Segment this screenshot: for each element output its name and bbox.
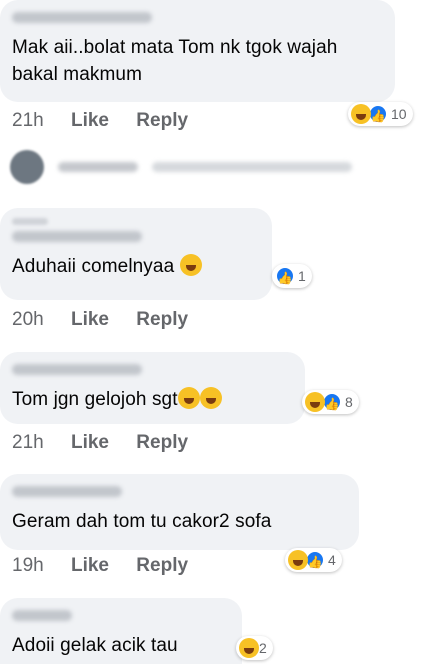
like-action[interactable]: Like <box>71 309 109 331</box>
haha-emoji-icon <box>351 104 371 124</box>
reaction-count: 2 <box>259 640 267 656</box>
like-action[interactable]: Like <box>71 432 109 454</box>
comment-bubble: Tom jgn gelojoh sgt <box>0 352 305 424</box>
comment-meta: 20h Like Reply <box>12 309 188 331</box>
haha-emoji-icon <box>199 387 222 409</box>
comment-meta: 21h Like Reply <box>12 110 188 132</box>
like-icon: 👍 <box>368 104 388 124</box>
haha-emoji-icon <box>179 254 202 276</box>
reply-action[interactable]: Reply <box>136 555 188 577</box>
comment-time[interactable]: 21h <box>12 432 44 454</box>
haha-emoji-icon <box>288 550 308 570</box>
comment-text: Aduhaii comelnyaa <box>12 253 260 280</box>
reaction-summary[interactable]: 2 <box>236 636 273 660</box>
reaction-count: 1 <box>298 268 306 284</box>
reply-action[interactable]: Reply <box>136 432 188 454</box>
comment-text: Adoii gelak acik tau <box>12 635 178 656</box>
reply-text-blurred <box>152 162 352 172</box>
reply-author-blurred <box>58 162 138 172</box>
author-name-blurred[interactable] <box>12 231 142 242</box>
haha-emoji-icon <box>305 392 325 412</box>
reply-action[interactable]: Reply <box>136 309 188 331</box>
comment-bubble: Aduhaii comelnyaa <box>0 208 272 300</box>
reaction-count: 4 <box>328 552 336 568</box>
comment-meta: 21h Like Reply <box>12 432 188 454</box>
reaction-summary[interactable]: 👍 1 <box>272 264 312 288</box>
reply-preview[interactable] <box>10 150 352 184</box>
comment-bubble: Mak aii..bolat mata Tom nk tgok wajah ba… <box>0 0 395 102</box>
avatar <box>10 150 44 184</box>
comment-meta: 19h Like Reply <box>12 555 188 577</box>
haha-emoji-icon <box>239 638 259 658</box>
author-name-blurred[interactable] <box>12 364 142 375</box>
like-icon: 👍 <box>305 550 325 570</box>
reaction-summary[interactable]: 👍 10 <box>348 102 413 126</box>
like-action[interactable]: Like <box>71 555 109 577</box>
comment-time[interactable]: 20h <box>12 309 44 331</box>
like-action[interactable]: Like <box>71 110 109 132</box>
reaction-summary[interactable]: 👍 4 <box>285 548 342 572</box>
comment-text: Geram dah tom tu cakor2 sofa <box>12 511 272 532</box>
like-icon: 👍 <box>322 392 342 412</box>
comment-text: Tom jgn gelojoh sgt <box>12 386 293 413</box>
author-name-blurred[interactable] <box>12 610 72 621</box>
comment-text: Mak aii..bolat mata Tom nk tgok wajah ba… <box>12 37 338 85</box>
reply-action[interactable]: Reply <box>136 110 188 132</box>
reaction-count: 10 <box>391 106 407 122</box>
author-name-blurred[interactable] <box>12 486 122 497</box>
top-fan-badge-blurred <box>12 218 48 225</box>
author-name-blurred[interactable] <box>12 12 152 23</box>
comment-bubble: Geram dah tom tu cakor2 sofa <box>0 474 359 550</box>
comment-bubble: Adoii gelak acik tau <box>0 598 242 664</box>
like-icon: 👍 <box>275 266 295 286</box>
reaction-count: 8 <box>345 394 353 410</box>
reaction-summary[interactable]: 👍 8 <box>302 390 359 414</box>
comment-time[interactable]: 21h <box>12 110 44 132</box>
comment-time[interactable]: 19h <box>12 555 44 577</box>
haha-emoji-icon <box>177 387 200 409</box>
